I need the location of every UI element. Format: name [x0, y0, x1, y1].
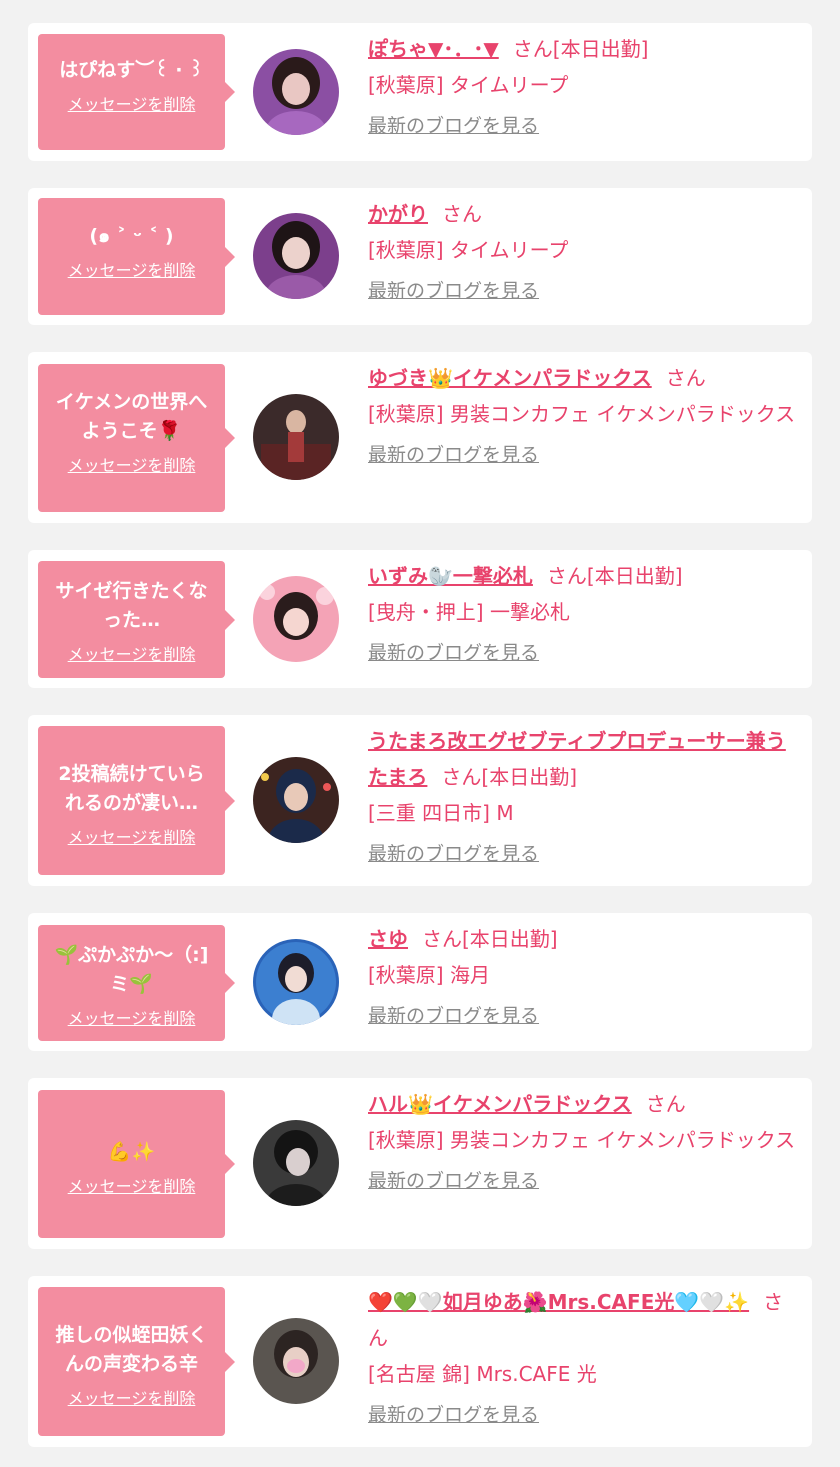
shop-name: [秋葉原] 男装コンカフェ イケメンパラドックス	[368, 402, 796, 426]
honorific-status: さん[本日出勤]	[441, 765, 578, 789]
name-line: いずみ🦭一撃必札 さん[本日出勤]	[368, 558, 798, 594]
message-text: サイゼ行きたくな った…	[55, 580, 208, 631]
view-blog-link[interactable]: 最新のブログを見る	[368, 440, 539, 467]
message-bubble: (๑ ˃ ᵕ ˂ ) メッセージを削除	[38, 198, 235, 315]
name-line: うたまろ改エグゼブティブプロデューサー兼うたまろ さん[本日出勤]	[368, 723, 798, 795]
cast-info: かがり さん [秋葉原] タイムリープ 最新のブログを見る	[368, 196, 798, 303]
delete-message-link[interactable]: メッセージを削除	[68, 641, 196, 665]
message-card: 2投稿続けていら れるのが凄い… メッセージを削除 うたまろ改エグゼブティブプロ…	[28, 715, 812, 886]
avatar[interactable]	[253, 576, 339, 662]
message-text: はぴねす︶꒰ ‧ ꒱	[59, 59, 204, 81]
honorific-status: さん[本日出勤]	[422, 927, 558, 951]
honorific-status: さん[本日出勤]	[512, 37, 649, 61]
honorific-status: さん	[645, 1092, 686, 1116]
shop-name: [秋葉原] タイムリープ	[368, 238, 569, 262]
shop-name: [秋葉原] タイムリープ	[368, 73, 569, 97]
view-blog-link[interactable]: 最新のブログを見る	[368, 1400, 539, 1427]
avatar-image	[253, 49, 339, 135]
message-list: はぴねす︶꒰ ‧ ꒱ メッセージを削除 ぽちゃ▼･．･▼ さん[本日出勤] [秋葉…	[0, 0, 840, 1467]
message-text: 💪✨	[107, 1141, 156, 1163]
shop-name: [秋葉原] 海月	[368, 963, 490, 987]
message-card: 推しの似蛭田妖く んの声変わる辛 メッセージを削除 ❤️💚🤍如月ゆあ🌺Mrs.C…	[28, 1276, 812, 1447]
honorific-status: さん	[442, 202, 482, 226]
avatar[interactable]	[253, 757, 339, 843]
honorific-status: さん	[665, 366, 706, 390]
cast-info: うたまろ改エグゼブティブプロデューサー兼うたまろ さん[本日出勤] [三重 四日市…	[368, 723, 798, 866]
message-text: 2投稿続けていら れるのが凄い…	[58, 763, 205, 814]
cast-info: ゆづき👑イケメンパラドックス さん [秋葉原] 男装コンカフェ イケメンパラドック…	[368, 360, 798, 467]
avatar[interactable]	[253, 49, 339, 135]
name-line: かがり さん	[368, 196, 798, 232]
delete-message-link[interactable]: メッセージを削除	[68, 257, 196, 281]
message-card: イケメンの世界へ ようこそ🌹 メッセージを削除 ゆづき👑イケメンパラドックス さん…	[28, 352, 812, 523]
avatar[interactable]	[253, 1318, 339, 1404]
shop-name: [秋葉原] 男装コンカフェ イケメンパラドックス	[368, 1128, 796, 1152]
view-blog-link[interactable]: 最新のブログを見る	[368, 1001, 539, 1028]
cast-name-link[interactable]: さゆ	[368, 927, 408, 951]
avatar-image	[253, 757, 339, 843]
avatar-image	[253, 1120, 339, 1206]
view-blog-link[interactable]: 最新のブログを見る	[368, 276, 539, 303]
delete-message-link[interactable]: メッセージを削除	[68, 1173, 196, 1197]
avatar[interactable]	[253, 1120, 339, 1206]
view-blog-link[interactable]: 最新のブログを見る	[368, 111, 539, 138]
message-text: 🌱ぷかぷか〜（:] ミ🌱	[54, 944, 209, 995]
avatar[interactable]	[253, 939, 339, 1025]
avatar[interactable]	[253, 394, 339, 480]
delete-message-link[interactable]: メッセージを削除	[68, 1005, 196, 1029]
cast-info: いずみ🦭一撃必札 さん[本日出勤] [曳舟・押上] 一撃必札 最新のブログを見る	[368, 558, 798, 665]
avatar-image	[253, 394, 339, 480]
honorific-status: さん[本日出勤]	[546, 564, 683, 588]
cast-name-link[interactable]: いずみ🦭一撃必札	[368, 564, 533, 588]
view-blog-link[interactable]: 最新のブログを見る	[368, 638, 539, 665]
message-card: 💪✨ メッセージを削除 ハル👑イケメンパラドックス さん [秋葉原] 男装コンカフ…	[28, 1078, 812, 1249]
message-text: イケメンの世界へ ようこそ🌹	[55, 391, 208, 442]
delete-message-link[interactable]: メッセージを削除	[68, 452, 196, 476]
cast-name-link[interactable]: ぽちゃ▼･．･▼	[368, 37, 499, 61]
message-bubble: イケメンの世界へ ようこそ🌹 メッセージを削除	[38, 364, 235, 512]
cast-name-link[interactable]: かがり	[368, 202, 428, 226]
cast-info: ぽちゃ▼･．･▼ さん[本日出勤] [秋葉原] タイムリープ 最新のブログを見る	[368, 31, 798, 138]
message-card: はぴねす︶꒰ ‧ ꒱ メッセージを削除 ぽちゃ▼･．･▼ さん[本日出勤] [秋葉…	[28, 23, 812, 161]
message-bubble: 🌱ぷかぷか〜（:] ミ🌱 メッセージを削除	[38, 925, 235, 1041]
shop-name: [名古屋 錦] Mrs.CAFE 光	[368, 1362, 597, 1386]
message-text: 推しの似蛭田妖く んの声変わる辛	[55, 1324, 208, 1375]
delete-message-link[interactable]: メッセージを削除	[68, 824, 196, 848]
cast-name-link[interactable]: ❤️💚🤍如月ゆあ🌺Mrs.CAFE光🩵🤍✨	[368, 1290, 749, 1314]
message-text: (๑ ˃ ᵕ ˂ )	[89, 225, 174, 247]
cast-name-link[interactable]: ゆづき👑イケメンパラドックス	[368, 366, 652, 390]
delete-message-link[interactable]: メッセージを削除	[68, 1385, 196, 1409]
message-bubble: サイゼ行きたくな った… メッセージを削除	[38, 561, 235, 678]
message-card: サイゼ行きたくな った… メッセージを削除 いずみ🦭一撃必札 さん[本日出勤] […	[28, 550, 812, 688]
name-line: ハル👑イケメンパラドックス さん	[368, 1086, 798, 1122]
message-card: 🌱ぷかぷか〜（:] ミ🌱 メッセージを削除 さゆ さん[本日出勤] [秋葉原] 海…	[28, 913, 812, 1051]
avatar[interactable]	[253, 213, 339, 299]
message-bubble: 推しの似蛭田妖く んの声変わる辛 メッセージを削除	[38, 1287, 235, 1436]
cast-info: ハル👑イケメンパラドックス さん [秋葉原] 男装コンカフェ イケメンパラドックス…	[368, 1086, 798, 1193]
view-blog-link[interactable]: 最新のブログを見る	[368, 1166, 539, 1193]
name-line: さゆ さん[本日出勤]	[368, 921, 798, 957]
cast-info: ❤️💚🤍如月ゆあ🌺Mrs.CAFE光🩵🤍✨ さん [名古屋 錦] Mrs.CAFE…	[368, 1284, 798, 1427]
view-blog-link[interactable]: 最新のブログを見る	[368, 839, 539, 866]
name-line: ❤️💚🤍如月ゆあ🌺Mrs.CAFE光🩵🤍✨ さん	[368, 1284, 798, 1356]
shop-name: [曳舟・押上] 一撃必札	[368, 600, 570, 624]
message-bubble: 2投稿続けていら れるのが凄い… メッセージを削除	[38, 726, 235, 875]
message-bubble: はぴねす︶꒰ ‧ ꒱ メッセージを削除	[38, 34, 235, 150]
name-line: ゆづき👑イケメンパラドックス さん	[368, 360, 798, 396]
avatar-image	[253, 939, 339, 1025]
avatar-image	[253, 576, 339, 662]
delete-message-link[interactable]: メッセージを削除	[68, 91, 196, 115]
cast-info: さゆ さん[本日出勤] [秋葉原] 海月 最新のブログを見る	[368, 921, 798, 1028]
message-card: (๑ ˃ ᵕ ˂ ) メッセージを削除 かがり さん [秋葉原] タイムリープ 最…	[28, 188, 812, 325]
cast-name-link[interactable]: ハル👑イケメンパラドックス	[368, 1092, 632, 1116]
avatar-image	[253, 1318, 339, 1404]
message-bubble: 💪✨ メッセージを削除	[38, 1090, 235, 1238]
shop-name: [三重 四日市] M	[368, 801, 514, 825]
name-line: ぽちゃ▼･．･▼ さん[本日出勤]	[368, 31, 798, 67]
avatar-image	[253, 213, 339, 299]
